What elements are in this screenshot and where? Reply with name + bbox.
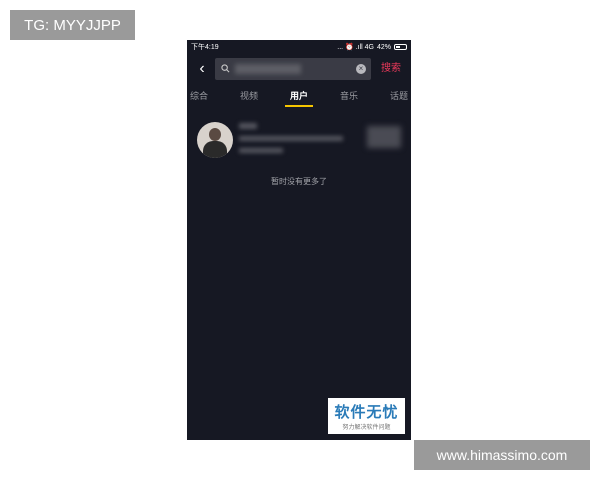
search-button[interactable]: 搜索 [377, 62, 405, 76]
tg-watermark: TG: MYYJJPP [10, 10, 135, 40]
signal-indicators: ... ⏰ .ıll 4G [337, 44, 374, 51]
battery-icon [394, 44, 407, 50]
site-logo-watermark: 软件无忧 努力解决软件问题 [328, 398, 405, 434]
search-bar-row: ‹ × 搜索 [187, 57, 411, 81]
active-tab-indicator [285, 105, 313, 107]
watermark-title: 软件无忧 [334, 404, 399, 421]
avatar-body [203, 141, 227, 158]
status-time: 下午4:19 [191, 44, 219, 51]
tab-comprehensive[interactable]: 综合 [190, 88, 208, 104]
user-signature-blurred [239, 148, 283, 153]
no-more-results-text: 暂时没有更多了 [271, 177, 327, 186]
tab-music[interactable]: 音乐 [340, 88, 358, 104]
status-indicators: ... ⏰ .ıll 4G 42% [337, 43, 407, 51]
battery-percent: 42% [376, 43, 391, 51]
user-id-blurred [239, 136, 343, 141]
result-tabs: 综合 视频 用户 音乐 话题 [187, 88, 411, 108]
chevron-left-icon[interactable]: ‹ [195, 61, 209, 77]
user-nickname-blurred [239, 123, 257, 129]
tab-videos[interactable]: 视频 [240, 88, 258, 104]
search-icon [221, 64, 230, 73]
clear-icon[interactable]: × [356, 64, 366, 74]
avatar-head [209, 128, 221, 141]
watermark-subtitle: 努力解决软件问题 [342, 425, 391, 431]
search-input[interactable]: × [215, 58, 371, 80]
follow-button-blurred[interactable] [367, 126, 401, 148]
user-result-item[interactable] [187, 120, 411, 160]
search-query-text [235, 64, 301, 74]
tab-users[interactable]: 用户 [290, 88, 308, 104]
avatar [197, 122, 233, 158]
site-url-watermark: www.himassimo.com [414, 440, 590, 470]
phone-screen: 下午4:19 ... ⏰ .ıll 4G 42% ‹ × 搜索 综合 视频 用户… [187, 40, 411, 440]
status-bar: 下午4:19 ... ⏰ .ıll 4G 42% [187, 40, 411, 54]
tab-topics[interactable]: 话题 [390, 88, 408, 104]
